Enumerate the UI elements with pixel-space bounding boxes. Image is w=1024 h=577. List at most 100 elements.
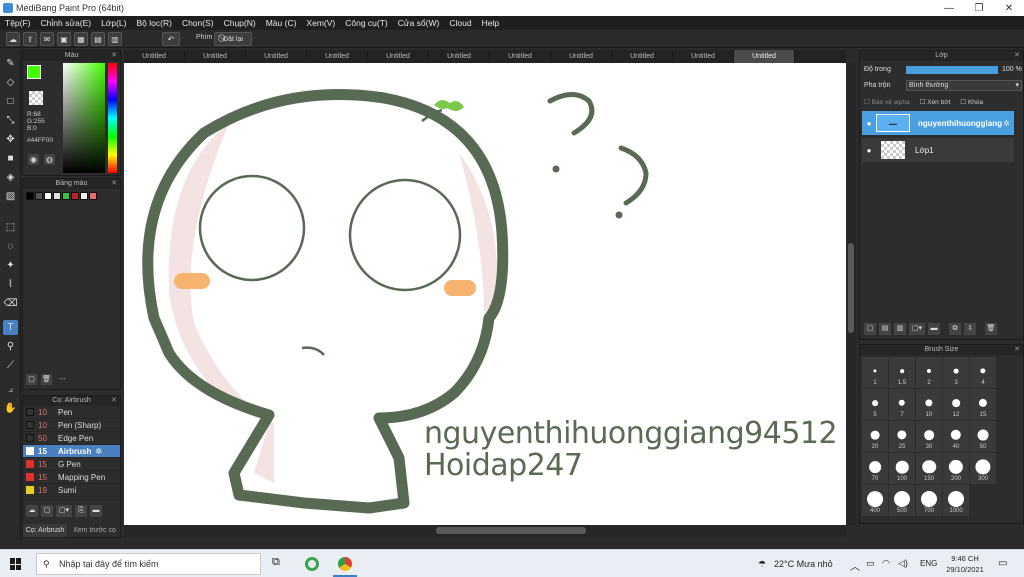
undo-icon[interactable]: ↶ <box>162 32 180 46</box>
document-tab[interactable]: Untitled <box>551 50 612 63</box>
brush-size-cell[interactable]: 15 <box>970 389 996 420</box>
close-button[interactable]: ✕ <box>994 0 1024 16</box>
vertical-scroll-thumb[interactable] <box>848 243 854 333</box>
chevron-up-icon[interactable]: ︿ <box>850 558 860 573</box>
task-view-icon[interactable]: ⧉ <box>272 556 280 569</box>
horizontal-scroll-thumb[interactable] <box>436 527 586 534</box>
vertical-scrollbar[interactable] <box>846 63 856 525</box>
folder-icon[interactable]: ▬ <box>928 323 940 335</box>
brush-tool-icon[interactable]: ✎ <box>3 56 18 71</box>
menu-tools[interactable]: Công cụ(T) <box>340 18 393 28</box>
hand-tool-icon[interactable]: ✋ <box>3 401 18 416</box>
close-icon[interactable]: ✕ <box>1014 345 1020 355</box>
menu-filter[interactable]: Bộ lọc(R) <box>132 18 177 28</box>
frame-icon[interactable]: ▥ <box>108 32 122 46</box>
cloud-brush-icon[interactable]: ☁ <box>26 505 38 517</box>
menu-window[interactable]: Cửa sổ(W) <box>393 18 445 28</box>
document-tab[interactable]: Untitled <box>368 50 429 63</box>
save-icon[interactable]: ▣ <box>57 32 71 46</box>
brush-size-cell[interactable]: 200 <box>943 453 969 484</box>
new-brush-icon[interactable]: ▢ <box>41 505 53 517</box>
tab-brush[interactable]: Cọ: Airbrush <box>23 524 67 537</box>
menu-file[interactable]: Tệp(F) <box>0 18 36 28</box>
notification-icon[interactable]: ▭ <box>998 558 1007 569</box>
comment-icon[interactable]: ✉ <box>40 32 54 46</box>
document-tab[interactable]: Untitled <box>612 50 673 63</box>
brush-size-cell[interactable]: 700 <box>916 485 942 516</box>
close-icon[interactable]: ✕ <box>111 179 117 189</box>
line-tool-icon[interactable]: ⤡ <box>3 113 18 128</box>
windows-start-icon[interactable] <box>10 558 22 570</box>
brush-size-cell[interactable]: 1.5 <box>889 357 915 388</box>
swatch[interactable] <box>89 192 97 200</box>
restore-button[interactable]: ❐ <box>964 0 994 16</box>
shape-tool-icon[interactable]: ■ <box>3 151 18 166</box>
brush-size-cell[interactable]: 30 <box>916 421 942 452</box>
brush-size-cell[interactable]: 10 <box>916 389 942 420</box>
lock-checkbox[interactable]: ☐ Khóa <box>960 98 983 106</box>
language-indicator[interactable]: ENG <box>920 559 937 568</box>
swatch[interactable] <box>80 192 88 200</box>
merge-layer-icon[interactable]: ⇩ <box>964 323 976 335</box>
brush-menu-icon[interactable]: ▢▾ <box>56 505 72 517</box>
blend-mode-select[interactable]: Bình thường ▾ <box>906 80 1022 91</box>
minimize-button[interactable]: — <box>934 0 964 16</box>
document-tab[interactable]: Untitled <box>185 50 246 63</box>
menu-cloud[interactable]: Cloud <box>444 18 476 28</box>
divide-tool-icon[interactable]: ⟋ <box>3 358 18 373</box>
app-icon-green[interactable] <box>305 557 319 571</box>
weather-text[interactable]: 22°C Mưa nhỏ <box>774 559 833 569</box>
delete-palette-icon[interactable]: 🗑 <box>41 374 52 385</box>
clipping-checkbox[interactable]: ☐ Xén bớt <box>920 98 951 106</box>
move-tool-icon[interactable]: ✥ <box>3 132 18 147</box>
add-palette-icon[interactable]: ▢ <box>26 374 37 385</box>
folder-icon[interactable]: ▬ <box>90 505 102 517</box>
brush-size-cell[interactable]: 25 <box>889 421 915 452</box>
chrome-icon[interactable] <box>338 557 352 571</box>
swatch[interactable] <box>44 192 52 200</box>
share-icon[interactable]: ⇪ <box>23 32 37 46</box>
menu-color[interactable]: Màu (C) <box>261 18 302 28</box>
menu-help[interactable]: Help <box>477 18 504 28</box>
clock[interactable]: 9:46 CH 29/10/2021 <box>944 553 986 575</box>
drawing-canvas[interactable]: nguyenthihuonggiang94512 Hoidap247 <box>124 63 846 525</box>
select-pen-icon[interactable]: ⌇ <box>3 277 18 292</box>
menu-layer[interactable]: Lớp(L) <box>96 18 131 28</box>
grid-icon[interactable]: ▦ <box>74 32 88 46</box>
reset-button[interactable]: ⃠ Đặt lại <box>214 32 252 46</box>
taskbar-search-input[interactable]: ⚲ Nhập tại đây để tìm kiếm <box>36 553 261 575</box>
brush-size-cell[interactable]: 150 <box>916 453 942 484</box>
select-eraser-icon[interactable]: ⌫ <box>3 296 18 311</box>
battery-icon[interactable]: ▭ <box>866 558 875 569</box>
palette-icon[interactable]: ◉ <box>28 154 39 165</box>
brush-size-cell[interactable]: 50 <box>970 421 996 452</box>
brush-size-cell[interactable]: 70 <box>862 453 888 484</box>
wifi-icon[interactable]: ◠ <box>882 558 890 569</box>
swatch[interactable] <box>71 192 79 200</box>
gradient-tool-icon[interactable]: ▨ <box>3 189 18 204</box>
eyedropper-small-icon[interactable]: ◍ <box>44 154 55 165</box>
brush-item[interactable]: 15 Airbrush ✲ <box>23 445 120 458</box>
swatch[interactable] <box>62 192 70 200</box>
menu-view[interactable]: Xem(V) <box>301 18 340 28</box>
horizontal-scrollbar[interactable] <box>124 525 846 537</box>
text-tool-icon[interactable]: T <box>3 320 18 335</box>
document-tab[interactable]: Untitled <box>307 50 368 63</box>
brush-size-cell[interactable]: 2 <box>916 357 942 388</box>
document-tab[interactable]: Untitled <box>124 50 185 63</box>
brush-size-cell[interactable]: 12 <box>943 389 969 420</box>
cloud-icon[interactable]: ☁ <box>6 32 20 46</box>
brush-copy-icon[interactable]: ⎘ <box>75 505 87 517</box>
brush-item[interactable]: 10 Pen (Sharp) <box>23 419 120 432</box>
hue-slider[interactable] <box>108 63 117 173</box>
brush-item[interactable]: 10 Pen <box>23 406 120 419</box>
layer-row[interactable]: ● Lớp1 <box>862 138 1014 162</box>
menu-select[interactable]: Chọn(S) <box>177 18 219 28</box>
tab-brush-preview[interactable]: Xem trước cọ <box>67 524 122 537</box>
brush-size-cell[interactable]: 40 <box>943 421 969 452</box>
document-tab-active[interactable]: Untitled <box>734 50 795 63</box>
close-icon[interactable]: ✕ <box>111 51 117 61</box>
operation-tool-icon[interactable]: ⚲ <box>3 339 18 354</box>
brush-size-cell[interactable]: 5 <box>862 389 888 420</box>
new-halftone-layer-icon[interactable]: ▤ <box>879 323 891 335</box>
